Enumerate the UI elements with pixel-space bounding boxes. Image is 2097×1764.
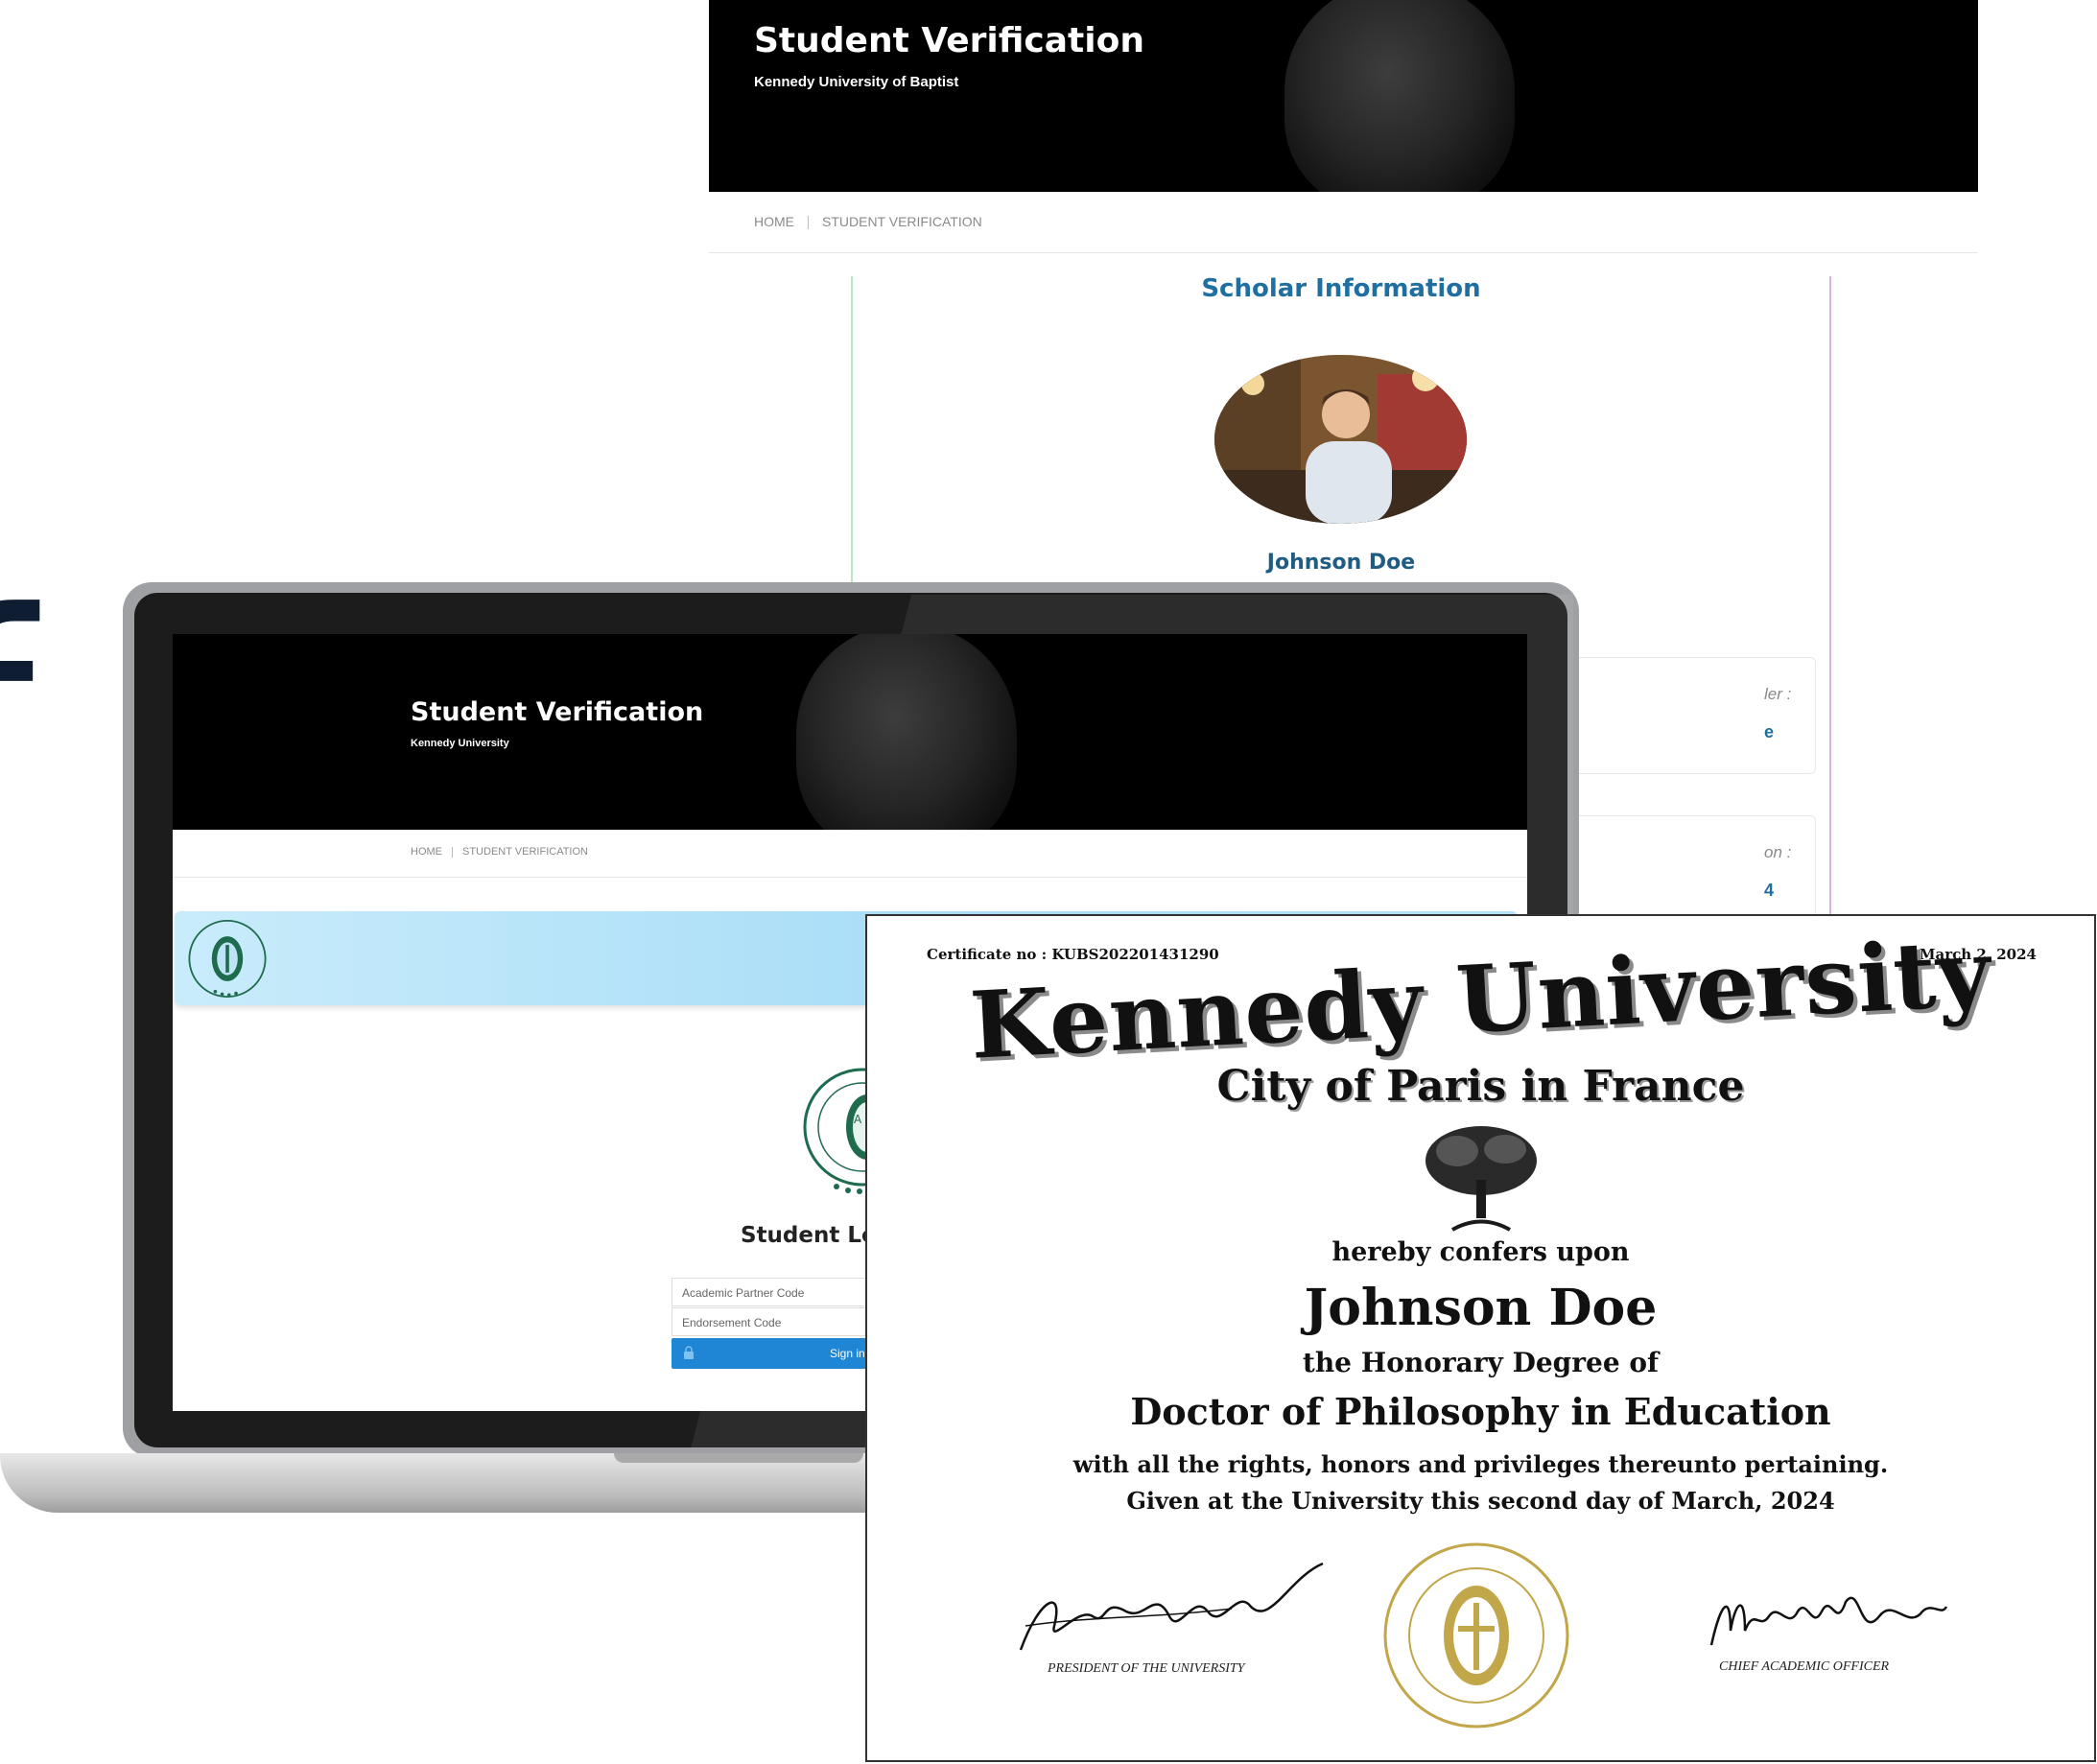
- scholar-photo: [1214, 355, 1467, 524]
- breadcrumb-separator: [452, 846, 453, 858]
- info-field-value: 4: [1764, 881, 1775, 900]
- breadcrumb: HOME STUDENT VERIFICATION: [411, 846, 588, 858]
- recipient-name: Johnson Doe: [1304, 1279, 1658, 1337]
- statue-bust-image: [796, 634, 1017, 830]
- tree-icon: [1425, 1126, 1537, 1232]
- president-signature: [1019, 1562, 1324, 1651]
- university-name: Kennedy University: [967, 918, 1994, 1080]
- info-card: [1553, 815, 1816, 921]
- hero-banner: Student Verification Kennedy University …: [709, 0, 1978, 192]
- sign-in-label: Sign in: [830, 1347, 865, 1360]
- statue-bust-image: [1284, 0, 1515, 192]
- svg-text:A: A: [854, 1113, 862, 1126]
- section-title: Scholar Information: [1201, 274, 1481, 303]
- info-card: [1553, 657, 1816, 774]
- city-line: City of Paris in France: [1216, 1062, 1745, 1111]
- page-title: Student Verification: [411, 697, 704, 727]
- page-subtitle: Kennedy University: [411, 738, 509, 749]
- scholar-name: Johnson Doe: [1266, 551, 1416, 575]
- divider: [173, 877, 1527, 878]
- confers-line: hereby confers upon: [1331, 1237, 1630, 1267]
- president-title: PRESIDENT OF THE UNIVERSITY: [1048, 1661, 1245, 1676]
- info-field-value: e: [1764, 722, 1775, 741]
- breadcrumb-home-link[interactable]: HOME: [411, 846, 442, 858]
- hero-banner: Student Verification Kennedy University: [173, 634, 1527, 830]
- column-border-right: [1829, 276, 1831, 921]
- info-field-label: on :: [1764, 843, 1792, 861]
- university-seal-icon: [1383, 1542, 1569, 1729]
- rights-line: with all the rights, honors and privileg…: [1072, 1450, 1889, 1478]
- given-line: Given at the University this second day …: [1126, 1487, 1835, 1515]
- honorary-line: the Honorary Degree of: [1302, 1347, 1660, 1378]
- degree-certificate: Certificate no : KUBS202201431290 March …: [865, 914, 2096, 1762]
- breadcrumb-home-link[interactable]: HOME: [754, 214, 794, 229]
- degree-title: Doctor of Philosophy in Education: [1130, 1390, 1831, 1433]
- laptop-notch: [614, 1453, 863, 1463]
- lock-icon: [684, 1346, 694, 1359]
- breadcrumb-current: STUDENT VERIFICATION: [822, 214, 982, 229]
- officer-title: CHIEF ACADEMIC OFFICER: [1719, 1659, 1890, 1674]
- university-crest-icon: [188, 920, 267, 998]
- breadcrumb: HOME STUDENT VERIFICATION: [754, 214, 982, 230]
- info-field-label: ler :: [1764, 685, 1792, 703]
- page-title: Student Verification: [754, 21, 1144, 60]
- officer-signature: [1709, 1596, 1948, 1646]
- background-letter-fragment: f: [0, 576, 35, 863]
- page-subtitle: Kennedy University of Baptist: [754, 74, 959, 90]
- breadcrumb-current: STUDENT VERIFICATION: [462, 846, 588, 858]
- divider: [709, 252, 1978, 253]
- breadcrumb-separator: [808, 216, 809, 230]
